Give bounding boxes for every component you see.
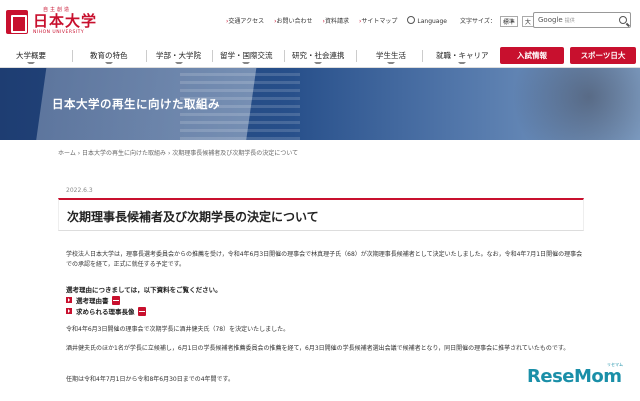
article-paragraph-1: 学校法人日本大学は，理事長選考委員会からの推薦を受け，令和4年6月3日開催の理事… — [66, 251, 583, 268]
search-icon[interactable] — [619, 16, 627, 24]
article-paragraph-3: 酒井健夫氏のほか1名が学長に立候補し，6月1日の学長候補者推薦委員会の推薦を経て… — [66, 345, 570, 352]
site-logo[interactable]: 自主創造 日本大学 NIHON UNIVERSITY — [6, 6, 116, 38]
nav-item-student-life[interactable]: 学生生活 — [376, 50, 406, 61]
main-nav: 大学概要 教育の特色 学部・大学院 留学・国際交流 研究・社会連携 学生生活 就… — [0, 44, 640, 68]
breadcrumb[interactable]: ホーム › 日本大学の再生に向けた取組み › 次期理事長候補者及び次期学長の決定… — [58, 148, 298, 157]
nav-divider — [356, 50, 357, 62]
arrow-square-icon — [66, 308, 72, 314]
pdf-icon — [111, 295, 120, 305]
util-link-sitemap[interactable]: ›サイトマップ — [359, 16, 397, 25]
language-selector[interactable]: Language — [407, 16, 447, 25]
util-link-access[interactable]: ›交通アクセス — [226, 16, 264, 25]
font-size-standard-button[interactable]: 標準 — [499, 16, 518, 27]
hero-tree-image — [470, 68, 640, 140]
arrow-square-icon — [66, 297, 72, 303]
hero-banner: 日本大学の再生に向けた取組み — [0, 68, 640, 140]
site-header: 自主創造 日本大学 NIHON UNIVERSITY ›交通アクセス ›お問い合… — [0, 0, 640, 44]
font-size-label: 文字サイズ： — [460, 18, 496, 25]
article-date: 2022.6.3 — [66, 187, 93, 194]
resemom-watermark-logo: ReseMom — [527, 366, 622, 387]
nav-item-international[interactable]: 留学・国際交流 — [220, 50, 273, 61]
util-link-contact[interactable]: ›お問い合わせ — [274, 16, 312, 25]
pdf-icon — [137, 306, 146, 316]
nav-divider — [212, 50, 213, 62]
hero-title: 日本大学の再生に向けた取組み — [52, 97, 220, 111]
doc-link-ideal-chairman[interactable]: 求められる理事長像 — [66, 306, 146, 316]
entrance-info-button[interactable]: 入試情報 — [500, 47, 564, 64]
page-title: 次期理事長候補者及び次期学長の決定について — [67, 210, 319, 224]
doc-link-selection-reason[interactable]: 選考理由書 — [66, 295, 120, 305]
sports-button[interactable]: スポーツ日大 — [570, 47, 636, 64]
article-paragraph-4: 任期は令和4年7月1日から令和8年6月30日までの4年間です。 — [66, 376, 234, 383]
nav-item-education[interactable]: 教育の特色 — [90, 50, 128, 61]
search-box[interactable]: Google 提供 — [533, 12, 631, 28]
globe-icon — [407, 16, 416, 24]
article-paragraph-2: 令和4年6月3日開催の理事会で次期学長に酒井健夫氏（78）を決定いたしました。 — [66, 326, 290, 333]
logo-english-name: NIHON UNIVERSITY — [33, 30, 85, 36]
nav-divider — [72, 50, 73, 62]
logo-name: 日本大学 — [33, 12, 98, 31]
logo-emblem-icon — [6, 10, 28, 34]
nav-item-about[interactable]: 大学概要 — [16, 50, 46, 61]
nav-divider — [422, 50, 423, 62]
resemom-watermark-sub: リセマム — [607, 362, 623, 367]
search-input[interactable]: 提供 — [565, 17, 575, 24]
nav-item-research[interactable]: 研究・社会連携 — [292, 50, 345, 61]
nav-item-faculties[interactable]: 学部・大学院 — [156, 50, 201, 61]
article-title-box: 次期理事長候補者及び次期学長の決定について — [58, 198, 584, 231]
util-link-request[interactable]: ›資料請求 — [323, 16, 349, 25]
nav-divider — [284, 50, 285, 62]
utility-links: ›交通アクセス ›お問い合わせ ›資料請求 ›サイトマップ Language — [226, 16, 447, 25]
article-notice: 選考理由につきましては，以下資料をご覧ください。 — [66, 286, 222, 294]
search-brand: Google — [538, 16, 563, 24]
nav-item-career[interactable]: 就職・キャリア — [436, 50, 489, 61]
font-size-switcher: 文字サイズ： 標準 大 — [460, 16, 534, 27]
nav-divider — [146, 50, 147, 62]
